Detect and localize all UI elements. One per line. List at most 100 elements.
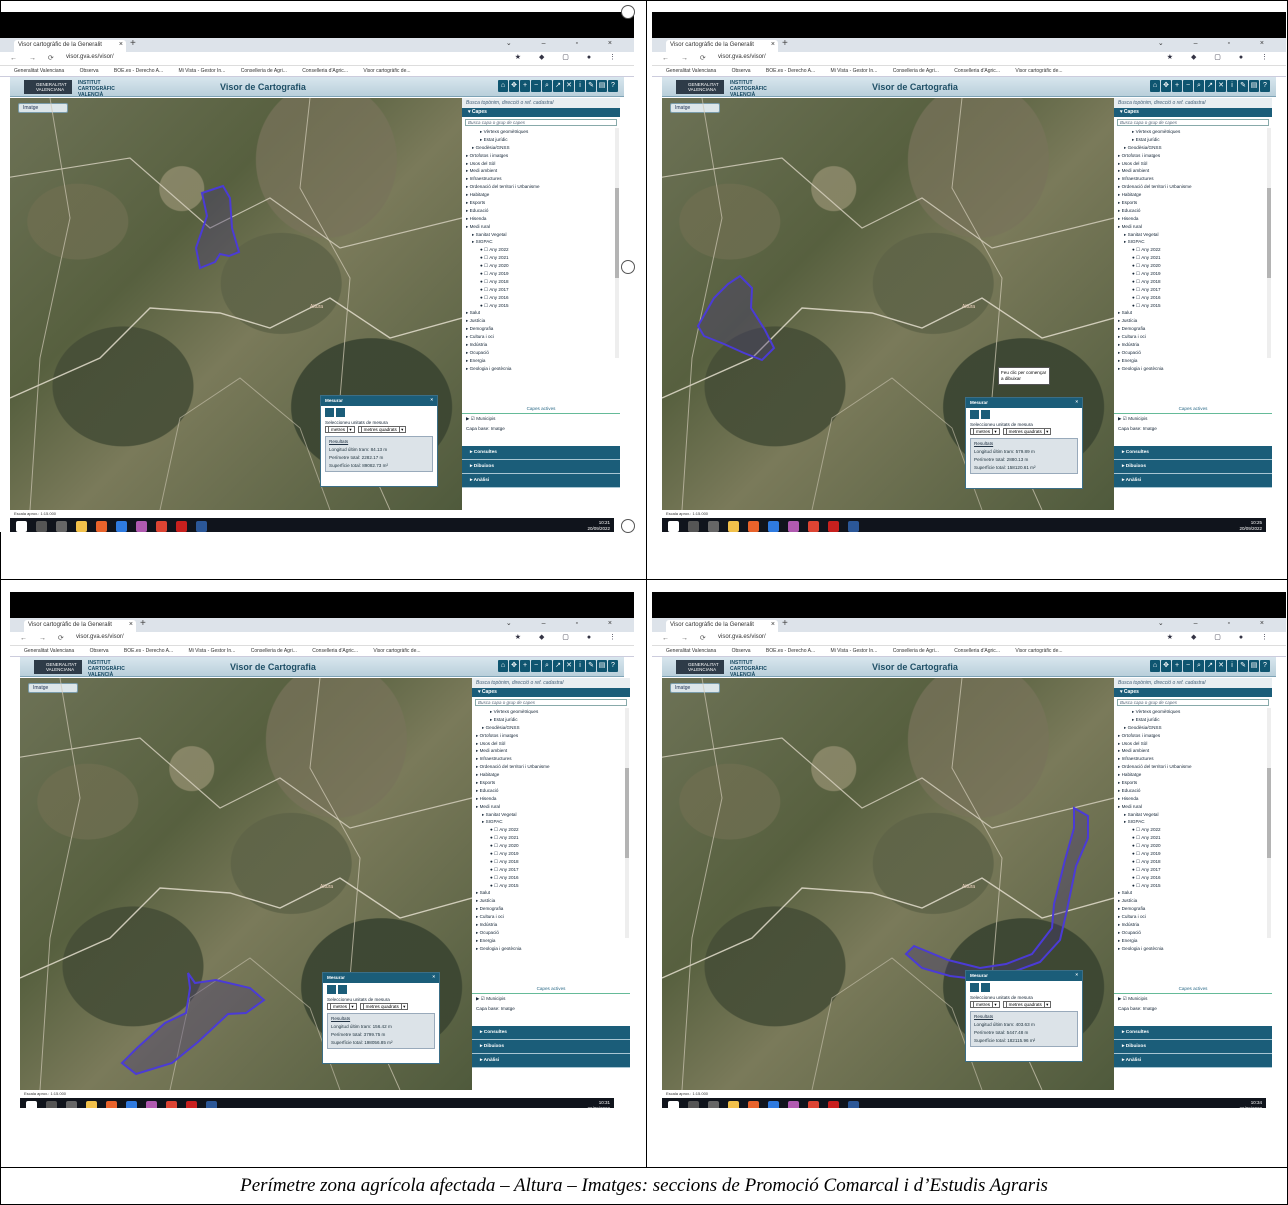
layer-item[interactable]: ▸ Demografia <box>466 325 620 333</box>
layer-item[interactable]: ▸ Estat jurídic <box>476 716 630 724</box>
ruler-icon[interactable] <box>327 985 336 994</box>
measure-icon[interactable]: ↗ <box>553 660 563 672</box>
layer-item[interactable]: ▸ Salut <box>1118 309 1272 317</box>
nav-arrows-icon[interactable]: ← → ⟳ <box>662 54 711 62</box>
active-layer-item[interactable]: ▶ ☑ Municipis <box>1114 414 1272 424</box>
word-icon[interactable] <box>848 1101 859 1108</box>
section-consultes[interactable]: ▸ Consultes <box>472 1026 630 1040</box>
layer-item[interactable]: ● ☐ Any 2022 <box>466 246 620 254</box>
layer-item[interactable]: ▸ Ocupació <box>466 349 620 357</box>
url-field[interactable]: visor.gva.es/visor/ <box>66 54 114 60</box>
layer-item[interactable]: ▸ Esports <box>1118 779 1272 787</box>
browser-tab[interactable]: Visor cartogràfic de la Generalit × <box>666 620 778 632</box>
bookmark-item[interactable]: Visor cartogràfic de... <box>1015 68 1062 74</box>
layer-item[interactable]: ▸ Infraestructures <box>1118 175 1272 183</box>
extension-icons[interactable]: ★ ◆ ▢ ● ⋮ <box>515 633 624 641</box>
draw-icon[interactable]: ✎ <box>586 80 596 92</box>
length-unit-select[interactable]: metres ▾ <box>327 1003 357 1010</box>
layer-item[interactable]: ▸ Ocupació <box>476 929 630 937</box>
layer-item[interactable]: ● ☐ Any 2017 <box>1118 866 1272 874</box>
bookmark-item[interactable]: Conselleria d'Agric... <box>302 68 348 74</box>
layer-item[interactable]: ▸ SIGPAC <box>1118 818 1272 826</box>
bookmark-item[interactable]: BOE.es - Derecho A... <box>766 648 815 654</box>
search-icon[interactable]: ⌕ <box>1194 80 1204 92</box>
layer-item[interactable]: ▸ Estat jurídic <box>1118 716 1272 724</box>
chrome-icon[interactable] <box>166 1101 177 1108</box>
search-icon[interactable] <box>36 521 47 532</box>
word-icon[interactable] <box>196 521 207 532</box>
task-view-icon[interactable] <box>66 1101 77 1108</box>
layer-item[interactable]: ▸ Demografia <box>476 905 630 913</box>
home-icon[interactable]: ⌂ <box>1150 660 1160 672</box>
chrome-icon[interactable] <box>808 1101 819 1108</box>
area-unit-select[interactable]: metres quadrats ▾ <box>1002 428 1052 435</box>
info-icon[interactable]: i <box>1227 660 1237 672</box>
close-icon[interactable]: × <box>1075 399 1078 404</box>
section-dibuixos[interactable]: ▸ Dibuixos <box>1114 1040 1272 1054</box>
layer-item[interactable]: ▸ Estat jurídic <box>1118 136 1272 144</box>
layer-item[interactable]: ▸ Justícia <box>1118 897 1272 905</box>
bookmark-item[interactable]: Conselleria de Agri... <box>893 648 939 654</box>
bookmark-item[interactable]: Mi Vista - Gestor In... <box>830 68 877 74</box>
layer-item[interactable]: ▸ Salut <box>476 889 630 897</box>
bookmark-item[interactable]: Generalitat Valenciana <box>666 648 716 654</box>
task-view-icon[interactable] <box>56 521 67 532</box>
acrobat-icon[interactable] <box>828 521 839 532</box>
ruler-icon[interactable] <box>325 408 334 417</box>
layer-item[interactable]: ● ☐ Any 2021 <box>1118 834 1272 842</box>
section-dibuixos[interactable]: ▸ Dibuixos <box>472 1040 630 1054</box>
length-unit-select[interactable]: metres ▾ <box>970 428 1000 435</box>
nav-arrows-icon[interactable]: ← → ⟳ <box>662 634 711 642</box>
layer-item[interactable]: ▸ Estat jurídic <box>466 136 620 144</box>
print-icon[interactable]: ▤ <box>1249 80 1259 92</box>
layer-item[interactable]: ● ☐ Any 2022 <box>476 826 630 834</box>
close-icon[interactable]: × <box>119 41 123 48</box>
draw-icon[interactable]: ✎ <box>1238 80 1248 92</box>
area-unit-select[interactable]: metres quadrats ▾ <box>357 426 407 433</box>
folder-icon[interactable] <box>728 1101 739 1108</box>
new-tab-icon[interactable]: + <box>140 618 146 629</box>
app-icon[interactable] <box>146 1101 157 1108</box>
start-icon[interactable] <box>668 1101 679 1108</box>
layer-item[interactable]: ▸ Medi ambient <box>476 747 630 755</box>
layer-item[interactable]: ▸ Cultura i oci <box>1118 913 1272 921</box>
bookmark-item[interactable]: BOE.es - Derecho A... <box>766 68 815 74</box>
layer-item[interactable]: ● ☐ Any 2015 <box>466 302 620 310</box>
layer-item[interactable]: ▸ Usos del Sòl <box>1118 160 1272 168</box>
layer-item[interactable]: ▸ Vèrtexs geomètriques <box>476 708 630 716</box>
new-tab-icon[interactable]: + <box>782 38 788 49</box>
layer-item[interactable]: ● ☐ Any 2019 <box>466 270 620 278</box>
chrome-icon[interactable] <box>808 521 819 532</box>
layer-item[interactable]: ▸ SIGPAC <box>466 238 620 246</box>
section-dibuixos[interactable]: ▸ Dibuixos <box>462 460 620 474</box>
layer-item[interactable]: ▸ Medi ambient <box>1118 167 1272 175</box>
layer-item[interactable]: ● ☐ Any 2021 <box>476 834 630 842</box>
active-layer-item[interactable]: ▶ ☑ Municipis <box>462 414 620 424</box>
url-field[interactable]: visor.gva.es/visor/ <box>718 634 766 640</box>
layer-item[interactable]: ▸ Vèrtexs geomètriques <box>1118 128 1272 136</box>
layer-item[interactable]: ▸ Justícia <box>476 897 630 905</box>
xy-icon[interactable]: ✕ <box>1216 660 1226 672</box>
layer-item[interactable]: ● ☐ Any 2020 <box>1118 262 1272 270</box>
browser-tab[interactable]: Visor cartogràfic de la Generalit × <box>24 620 136 632</box>
layer-item[interactable]: ▸ Usos del Sòl <box>466 160 620 168</box>
zoom-in-icon[interactable]: + <box>520 80 530 92</box>
start-icon[interactable] <box>26 1101 37 1108</box>
layers-scrollbar[interactable] <box>1267 708 1271 938</box>
layers-scrollbar[interactable] <box>1267 128 1271 358</box>
chrome-icon[interactable] <box>156 521 167 532</box>
measure-icon[interactable]: ↗ <box>1205 80 1215 92</box>
layer-item[interactable]: ▸ Ortofotos i imatges <box>1118 732 1272 740</box>
place-search-input[interactable]: Busca topònim, direcció o ref. cadastral <box>472 678 630 688</box>
bookmark-item[interactable]: Mi Vista - Gestor In... <box>188 648 235 654</box>
layers-filter-input[interactable]: Busca capa o grup de capes <box>1117 119 1269 126</box>
window-controls[interactable]: ⌄ – ▫ × <box>506 39 626 47</box>
close-icon[interactable]: × <box>771 621 775 628</box>
home-icon[interactable]: ⌂ <box>498 660 508 672</box>
pan-icon[interactable]: ✥ <box>1161 80 1171 92</box>
acrobat-icon[interactable] <box>828 1101 839 1108</box>
layer-item[interactable]: ● ☐ Any 2018 <box>466 278 620 286</box>
layer-item[interactable]: ▸ Esports <box>1118 199 1272 207</box>
layer-item[interactable]: ● ☐ Any 2019 <box>1118 270 1272 278</box>
layer-item[interactable]: ● ☐ Any 2017 <box>476 866 630 874</box>
